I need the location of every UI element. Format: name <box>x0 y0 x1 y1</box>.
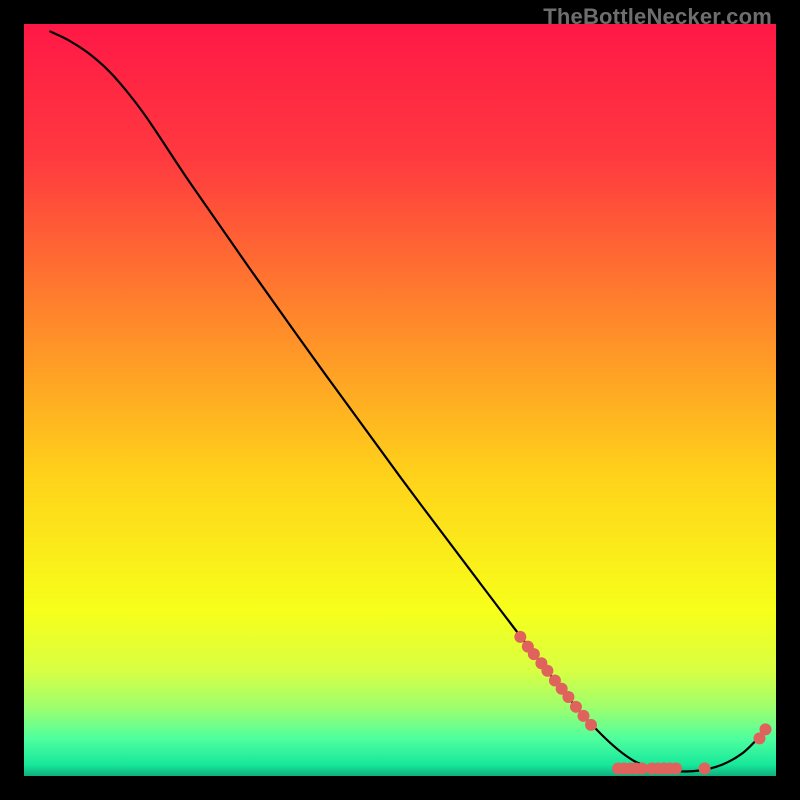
chart-background <box>24 24 776 776</box>
data-point <box>562 691 574 703</box>
data-point <box>670 762 682 774</box>
data-point <box>585 719 597 731</box>
chart-frame <box>24 24 776 776</box>
data-point <box>541 665 553 677</box>
data-point <box>699 762 711 774</box>
data-point <box>514 631 526 643</box>
data-point <box>759 723 771 735</box>
bottleneck-chart <box>24 24 776 776</box>
